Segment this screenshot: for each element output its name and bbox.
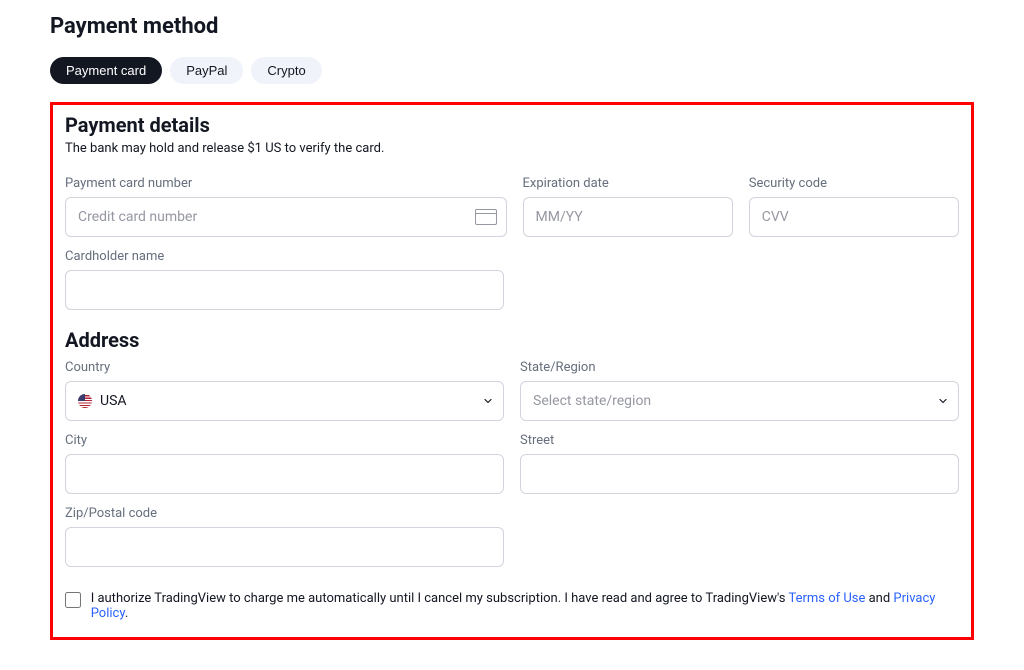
card-number-label: Payment card number [65,176,507,191]
zip-label: Zip/Postal code [65,506,504,521]
tab-crypto[interactable]: Crypto [251,57,321,84]
country-value: USA [100,393,127,409]
cvv-input[interactable] [749,197,959,237]
country-label: Country [65,360,504,375]
state-label: State/Region [520,360,959,375]
address-title: Address [65,328,959,352]
street-input[interactable] [520,454,959,494]
country-select[interactable]: USA [65,381,504,421]
zip-input[interactable] [65,527,504,567]
consent-text: I authorize TradingView to charge me aut… [91,591,959,621]
tab-payment-card[interactable]: Payment card [50,57,162,84]
city-input[interactable] [65,454,504,494]
consent-checkbox[interactable] [65,592,81,608]
street-label: Street [520,433,959,448]
credit-card-icon [475,209,497,225]
card-number-input[interactable] [65,197,507,237]
payment-form-highlight: Payment details The bank may hold and re… [50,102,974,640]
page-title: Payment method [50,14,974,39]
usa-flag-icon [78,394,92,408]
tab-paypal[interactable]: PayPal [170,57,243,84]
city-label: City [65,433,504,448]
cvv-label: Security code [749,176,959,191]
expiration-input[interactable] [523,197,733,237]
cardholder-label: Cardholder name [65,249,504,264]
terms-of-use-link[interactable]: Terms of Use [788,591,865,606]
payment-details-title: Payment details [65,113,959,137]
expiration-label: Expiration date [523,176,733,191]
payment-method-tabs: Payment card PayPal Crypto [50,57,974,84]
cardholder-input[interactable] [65,270,504,310]
state-select[interactable]: Select state/region [520,381,959,421]
payment-details-note: The bank may hold and release $1 US to v… [65,141,959,156]
